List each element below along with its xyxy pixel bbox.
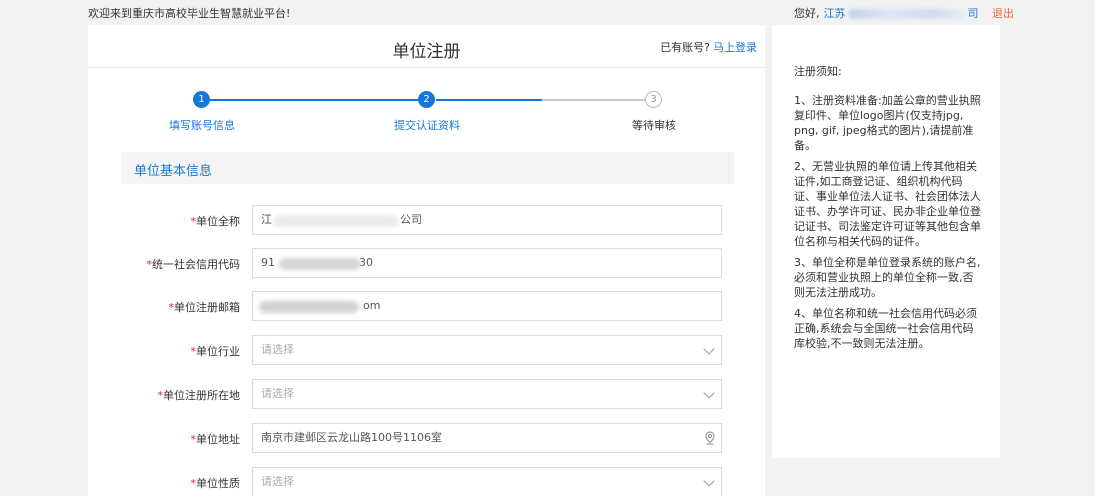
row-full-name: *单位全称 江 公司 bbox=[88, 205, 765, 235]
notice-item: 3、单位全称是单位登录系统的账户名,必须和营业执照上的单位全称一致,否则无法注册… bbox=[794, 256, 981, 299]
row-location: *单位注册所在地 请选择 bbox=[88, 379, 765, 409]
notice-item: 1、注册资料准备:加盖公章的营业执照复印件、单位logo图片(仅支持jpg, p… bbox=[794, 94, 981, 152]
nature-select[interactable]: 请选择 bbox=[252, 467, 722, 496]
progress-steps: 1 2 3 填写账号信息 提交认证资料 等待审核 bbox=[88, 89, 765, 139]
label-text: 单位性质 bbox=[196, 477, 240, 490]
label-credit-code: *统一社会信用代码 bbox=[147, 256, 241, 272]
login-link[interactable]: 马上登录 bbox=[713, 41, 757, 54]
select-placeholder: 请选择 bbox=[261, 387, 294, 400]
row-email: *单位注册邮箱 om bbox=[88, 291, 765, 321]
have-account-text: 已有账号? bbox=[660, 41, 710, 54]
step-3-circle: 3 bbox=[645, 91, 662, 108]
step-3-label: 等待审核 bbox=[632, 119, 676, 132]
section-header: 单位基本信息 bbox=[121, 152, 734, 184]
label-location: *单位注册所在地 bbox=[158, 387, 241, 403]
label-industry: *单位行业 bbox=[191, 343, 241, 359]
label-nature: *单位性质 bbox=[191, 475, 241, 491]
select-placeholder: 请选择 bbox=[261, 475, 294, 488]
section-title: 单位基本信息 bbox=[134, 164, 213, 179]
redaction-mask bbox=[259, 301, 359, 313]
chevron-down-icon bbox=[703, 387, 715, 399]
company-name-start: 江苏 bbox=[823, 7, 846, 20]
value-end: om bbox=[363, 299, 381, 312]
label-text: 单位全称 bbox=[196, 215, 240, 228]
company-name-end: 司 bbox=[967, 7, 979, 20]
notice-title: 注册须知: bbox=[794, 65, 842, 78]
credit-code-input[interactable]: 91 30 bbox=[252, 248, 722, 278]
label-text: 单位注册邮箱 bbox=[174, 301, 240, 314]
logout-link[interactable]: 退出 bbox=[992, 7, 1014, 20]
greeting-label: 您好, bbox=[794, 7, 820, 20]
address-input[interactable]: 南京市建邺区云龙山路100号1106室 bbox=[252, 423, 722, 453]
company-link[interactable]: 江苏 司 bbox=[824, 7, 979, 20]
row-industry: *单位行业 请选择 bbox=[88, 335, 765, 365]
login-prompt: 已有账号? 马上登录 bbox=[660, 39, 757, 55]
redacted-company bbox=[847, 9, 966, 19]
value-start: 91 bbox=[261, 256, 275, 269]
select-placeholder: 请选择 bbox=[261, 343, 294, 356]
welcome-text: 欢迎来到重庆市高校毕业生智慧就业平台! bbox=[88, 7, 291, 20]
chevron-down-icon bbox=[703, 475, 715, 487]
label-full-name: *单位全称 bbox=[191, 213, 241, 229]
step-line-2-done bbox=[436, 99, 542, 101]
label-text: 单位地址 bbox=[196, 433, 240, 446]
value-start: 江 bbox=[261, 213, 272, 226]
label-email: *单位注册邮箱 bbox=[169, 299, 241, 315]
label-text: 统一社会信用代码 bbox=[152, 258, 240, 271]
notice-item: 2、无营业执照的单位请上传其他相关证件,如工商登记证、组织机构代码证、事业单位法… bbox=[794, 160, 981, 248]
row-address: *单位地址 南京市建邺区云龙山路100号1106室 bbox=[88, 423, 765, 453]
redaction-mask bbox=[273, 215, 399, 227]
full-name-input[interactable]: 江 公司 bbox=[252, 205, 722, 235]
notice-panel: 注册须知: 1、注册资料准备:加盖公章的营业执照复印件、单位logo图片(仅支持… bbox=[772, 25, 1000, 458]
notice-list: 1、注册资料准备:加盖公章的营业执照复印件、单位logo图片(仅支持jpg, p… bbox=[794, 93, 982, 357]
row-credit-code: *统一社会信用代码 91 30 bbox=[88, 248, 765, 278]
value-end: 30 bbox=[359, 256, 373, 269]
industry-select[interactable]: 请选择 bbox=[252, 335, 722, 365]
value-end: 公司 bbox=[400, 213, 422, 226]
label-text: 单位行业 bbox=[196, 345, 240, 358]
chevron-down-icon bbox=[703, 343, 715, 355]
user-greeting: 您好, 江苏 司 退出 bbox=[794, 5, 1014, 21]
address-value: 南京市建邺区云龙山路100号1106室 bbox=[261, 431, 442, 444]
notice-item: 4、单位名称和统一社会信用代码必须正确,系统会与全国统一社会信用代码库校验,不一… bbox=[794, 307, 977, 350]
row-nature: *单位性质 请选择 bbox=[88, 467, 765, 496]
top-bar: 欢迎来到重庆市高校毕业生智慧就业平台! 您好, 江苏 司 退出 bbox=[0, 0, 1095, 25]
step-2-circle: 2 bbox=[418, 91, 435, 108]
panel-header: 单位注册 已有账号? 马上登录 bbox=[88, 25, 765, 68]
step-line-1 bbox=[210, 99, 427, 101]
step-line-2-pending bbox=[542, 99, 650, 101]
step-2-label: 提交认证资料 bbox=[394, 119, 460, 132]
registration-panel: 单位注册 已有账号? 马上登录 1 2 3 填写账号信息 提交认证资料 等待审核 … bbox=[88, 25, 765, 496]
step-1-label: 填写账号信息 bbox=[169, 119, 235, 132]
location-pin-icon[interactable] bbox=[705, 431, 715, 445]
email-input[interactable]: om bbox=[252, 291, 722, 321]
location-select[interactable]: 请选择 bbox=[252, 379, 722, 409]
label-text: 单位注册所在地 bbox=[163, 389, 240, 402]
label-address: *单位地址 bbox=[191, 431, 241, 447]
step-1-circle: 1 bbox=[193, 91, 210, 108]
redaction-mask bbox=[279, 258, 361, 270]
